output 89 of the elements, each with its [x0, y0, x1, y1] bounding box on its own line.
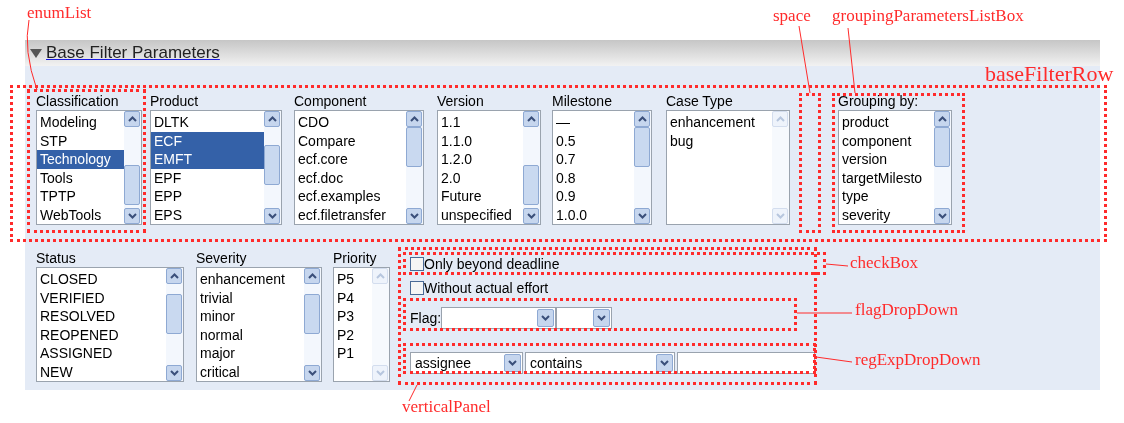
list-label: Severity [196, 250, 248, 267]
list-item[interactable]: unspecified [438, 205, 523, 224]
list-item[interactable]: normal [197, 325, 304, 344]
list-item[interactable]: ecf.examples [295, 187, 406, 206]
list-item[interactable]: EPS [151, 205, 264, 224]
annotation-label: groupingParametersListBox [832, 7, 1024, 24]
list-label: Status [36, 250, 77, 267]
list-item[interactable]: Future [438, 187, 523, 206]
list-item[interactable]: minor [197, 307, 304, 326]
list-label: Classification [36, 93, 120, 110]
list-item[interactable]: Tools [37, 168, 124, 187]
list-item[interactable]: STP [37, 131, 124, 150]
list-item[interactable]: WebTools [37, 205, 124, 224]
dropdown[interactable]: assignee [410, 352, 523, 374]
list-box[interactable]: Modeling STP Technology Tools TPTP WebTools [36, 110, 142, 225]
list-item[interactable]: ecf.core [295, 150, 406, 169]
list-item[interactable]: 0.7 [553, 150, 634, 169]
list-box[interactable]: — 0.5 0.7 0.8 0.9 1.0.0 [552, 110, 652, 225]
list-item[interactable]: REOPENED [37, 325, 166, 344]
flag-label: Flag: [410, 308, 442, 328]
list-item[interactable]: enhancement [667, 113, 772, 132]
list-label: Case Type [666, 93, 734, 110]
list-item[interactable]: — [553, 113, 634, 132]
list-item[interactable]: P4 [334, 288, 372, 307]
list-item[interactable]: EMFT [151, 150, 264, 169]
list-item[interactable]: 1.0.0 [553, 205, 634, 224]
list-item[interactable]: version [839, 150, 934, 169]
list-item[interactable]: EPP [151, 187, 264, 206]
list-item[interactable]: Modeling [37, 113, 124, 132]
list-item[interactable]: CLOSED [37, 270, 166, 289]
list-item[interactable]: trivial [197, 288, 304, 307]
list-item[interactable]: TPTP [37, 187, 124, 206]
list-item[interactable]: 1.1.0 [438, 131, 523, 150]
annotation-label: space [773, 7, 811, 24]
list-item[interactable]: type [839, 187, 934, 206]
list-item[interactable]: product [839, 113, 934, 132]
list-item[interactable]: ASSIGNED [37, 344, 166, 363]
list-item[interactable]: 0.8 [553, 168, 634, 187]
list-item[interactable]: ecf.doc [295, 168, 406, 187]
list-item[interactable]: CDO [295, 113, 406, 132]
list-box[interactable]: CDO Compare ecf.core ecf.doc ecf.examples ecf.filetransfer [294, 110, 424, 225]
list-item[interactable]: ECF [151, 131, 264, 150]
list-item[interactable]: DLTK [151, 113, 264, 132]
annotation-label: flagDropDown [855, 301, 958, 318]
list-label: Priority [333, 250, 378, 267]
list-item[interactable]: NEW [37, 362, 166, 381]
list-box[interactable]: DLTK ECF EMFT EPF EPP EPS [150, 110, 282, 225]
annotation-label: baseFilterRow [985, 63, 1114, 85]
list-item[interactable]: targetMilesto [839, 168, 934, 187]
annotation-label: checkBox [850, 254, 918, 271]
list-item[interactable]: P5 [334, 270, 372, 289]
list-item[interactable]: P2 [334, 325, 372, 344]
list-item[interactable]: VERIFIED [37, 288, 166, 307]
list-box[interactable]: enhancement trivial minor normal major critical [196, 267, 322, 382]
list-box[interactable]: P5 P4 P3 P2 P1 [333, 267, 390, 382]
list-item[interactable]: 0.9 [553, 187, 634, 206]
list-item[interactable]: ecf.filetransfer [295, 205, 406, 224]
list-label: Version [437, 93, 485, 110]
checkbox-label: Without actual effort [424, 278, 549, 298]
list-item[interactable]: Technology [37, 150, 124, 169]
list-item[interactable]: component [839, 131, 934, 150]
list-item[interactable]: severity [839, 205, 934, 224]
dropdown[interactable]: contains [525, 352, 675, 374]
list-label: Milestone [552, 93, 613, 110]
list-box[interactable]: enhancement bug [666, 110, 790, 225]
checkbox-label: Only beyond deadline [424, 254, 560, 274]
list-item[interactable]: P1 [334, 344, 372, 363]
list-label: Grouping by: [838, 93, 920, 110]
list-item[interactable]: enhancement [197, 270, 304, 289]
annotation-label: enumList [27, 4, 92, 21]
list-box[interactable]: 1.1 1.1.0 1.2.0 2.0 Future unspecified [437, 110, 541, 225]
list-item[interactable]: 0.5 [553, 131, 634, 150]
list-item[interactable]: 1.2.0 [438, 150, 523, 169]
list-box[interactable]: product component version targetMilesto type severity [838, 110, 952, 225]
section-title-link[interactable]: Base Filter Parameters [46, 40, 220, 66]
list-item[interactable]: P3 [334, 307, 372, 326]
list-label: Product [150, 93, 200, 110]
list-item[interactable]: 1.1 [438, 113, 523, 132]
list-item[interactable]: critical [197, 362, 304, 381]
list-box[interactable]: CLOSED VERIFIED RESOLVED REOPENED ASSIGNED NEW [36, 267, 184, 382]
list-item[interactable]: 2.0 [438, 168, 523, 187]
list-item[interactable]: major [197, 344, 304, 363]
list-item[interactable]: Compare [295, 131, 406, 150]
list-item[interactable]: bug [667, 131, 772, 150]
annotation-label: verticalPanel [402, 398, 491, 415]
annotation-label: regExpDropDown [855, 351, 981, 368]
list-item[interactable]: RESOLVED [37, 307, 166, 326]
list-item[interactable]: EPF [151, 168, 264, 187]
list-label: Component [294, 93, 368, 110]
